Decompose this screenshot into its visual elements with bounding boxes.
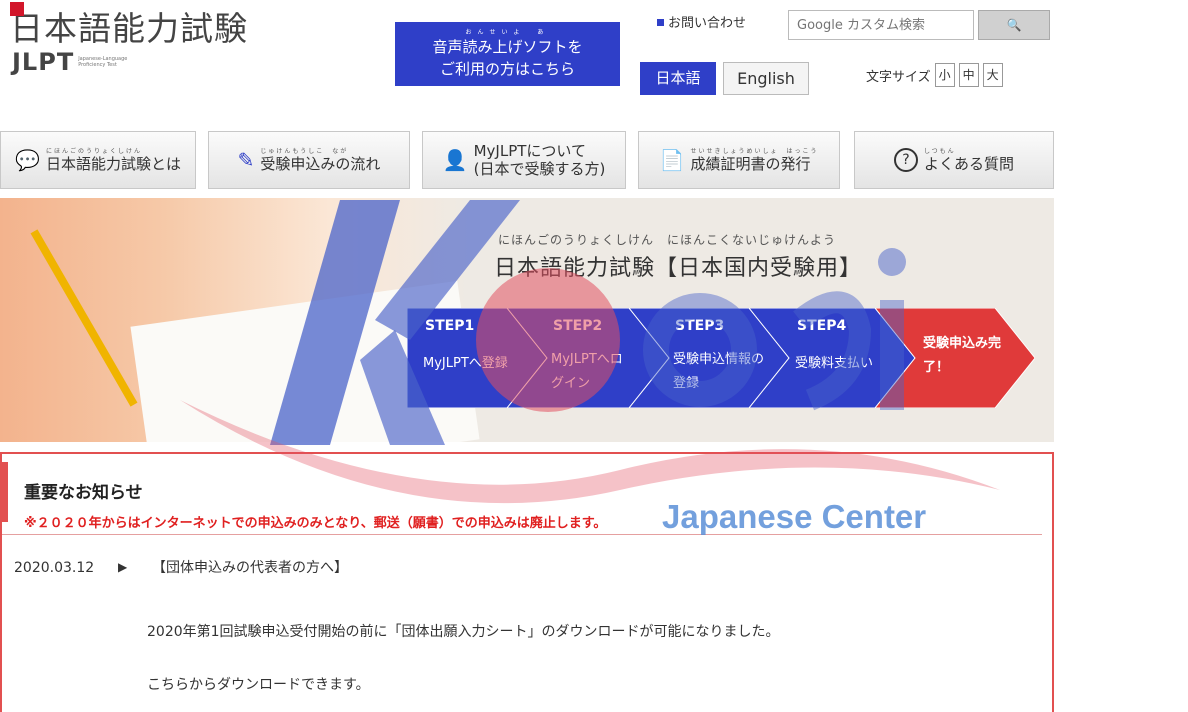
nav-label-sub: (日本で受験する方) (473, 160, 606, 178)
nav-label: よくある質問 (923, 154, 1014, 173)
logo-title: 日本語能力試験 (10, 2, 248, 50)
notice-item-title[interactable]: 【団体申込みの代表者の方へ】 (152, 557, 348, 577)
contact-link[interactable]: お問い合わせ (657, 12, 746, 31)
watermark-text: Japanese Center (662, 498, 927, 535)
step2-name: STEP2 (553, 318, 603, 334)
voice-line1: 音声読み上げソフトを (432, 37, 583, 56)
voice-line2: ご利用の方はこちら (439, 59, 575, 78)
step3-desc: 受験申込情報の登録 (673, 352, 765, 391)
step4-desc: 受験料支払い (795, 356, 874, 371)
voice-reader-button[interactable]: おんせいよ あ 音声読み上げソフトを ご利用の方はこちら (395, 22, 620, 86)
person-icon: 👤 (442, 148, 468, 172)
step1-name: STEP1 (425, 318, 475, 334)
voice-ruby: おんせいよ あ (465, 28, 550, 36)
nav-certificate[interactable]: 📄 せいせきしょうめいしょ はっこう 成績証明書の発行 (638, 131, 840, 189)
question-icon: ? (893, 148, 918, 172)
pencil-icon: ✎ (237, 148, 255, 172)
step2: STEP2 MyJLPTへログイン (535, 308, 645, 408)
square-bullet-icon (657, 19, 664, 26)
logo-jlpt: JLPT Japanese-Language Proficiency Test (12, 48, 138, 76)
banner-heading: 日本語能力試験【日本国内受験用】 (494, 256, 863, 281)
nav-ruby: にほんごのうりょくしけん (45, 147, 142, 155)
step-final: 受験申込み完了！ (907, 308, 1017, 408)
search-icon: 🔍 (1006, 18, 1022, 32)
font-size-large-button[interactable]: 大 (982, 63, 1003, 87)
step4: STEP4 受験料支払い (779, 308, 889, 408)
nav-about-myjlpt[interactable]: 👤 MyJLPTについて (日本で受験する方) (422, 131, 626, 189)
notice-red-line: ※２０２０年からはインターネットでの申込みのみとなり、郵送（願書）での申込みは廃… (24, 516, 607, 531)
step3-name: STEP3 (675, 318, 725, 334)
nav-label: 受験申込みの流れ (260, 154, 381, 173)
nav-ruby: じゅけんもうしこ なが (260, 147, 349, 155)
logo-jlpt-note: Japanese-Language Proficiency Test (78, 56, 128, 68)
logo-jlpt-text: JLPT (12, 48, 75, 76)
step4-name: STEP4 (797, 318, 847, 334)
triangle-arrow-icon: ▶ (118, 560, 128, 574)
speech-bubble-icon: 💬 (15, 148, 40, 172)
step-final-desc: 受験申込み完了！ (923, 336, 1002, 375)
font-size-small-button[interactable]: 小 (934, 63, 955, 87)
notice-date: 2020.03.12 (14, 560, 95, 576)
step-flow: STEP1 MyJLPTへ登録 STEP2 MyJLPTへログイン STEP3 … (407, 308, 1035, 408)
notice-body-line1: 2020年第1回試験申込受付開始の前に「団体出願入力シート」のダウンロードが可能… (147, 624, 780, 640)
document-icon: 📄 (659, 148, 685, 172)
notice-title: 重要なお知らせ (24, 483, 143, 503)
nav-application-flow[interactable]: ✎ じゅけんもうしこ なが 受験申込みの流れ (208, 131, 410, 189)
step2-desc: MyJLPTへログイン (551, 352, 623, 391)
nav-about-jlpt[interactable]: 💬 にほんごのうりょくしけん 日本語能力試験とは (0, 131, 196, 189)
search-input[interactable] (788, 10, 974, 40)
nav-ruby: せいせきしょうめいしょ はっこう (690, 147, 819, 155)
banner-ruby: にほんごのうりょくしけん にほんこくないじゅけんよう (498, 233, 837, 247)
nav-ruby: しつもん (923, 147, 956, 155)
step3: STEP3 受験申込情報の登録 (657, 308, 767, 408)
font-size-label: 文字サイズ (866, 69, 931, 85)
font-size-control: 文字サイズ 小 中 大 (866, 63, 1003, 87)
step1-desc: MyJLPTへ登録 (423, 356, 508, 371)
font-size-medium-button[interactable]: 中 (958, 63, 979, 87)
nav-label: 成績証明書の発行 (690, 154, 811, 173)
nav-faq[interactable]: ? しつもん よくある質問 (854, 131, 1054, 189)
step1: STEP1 MyJLPTへ登録 (407, 308, 517, 408)
language-english-button[interactable]: English (723, 62, 809, 95)
nav-label: MyJLPTについて (473, 142, 586, 160)
search-button[interactable]: 🔍 (978, 10, 1050, 40)
notice-accent-bar (2, 462, 8, 522)
nav-label: 日本語能力試験とは (45, 154, 181, 173)
language-japanese-button[interactable]: 日本語 (640, 62, 716, 95)
important-notice-panel: 重要なお知らせ ※２０２０年からはインターネットでの申込みのみとなり、郵送（願書… (0, 452, 1054, 712)
notice-download-link[interactable]: こちらからダウンロードできます。 (147, 674, 370, 694)
